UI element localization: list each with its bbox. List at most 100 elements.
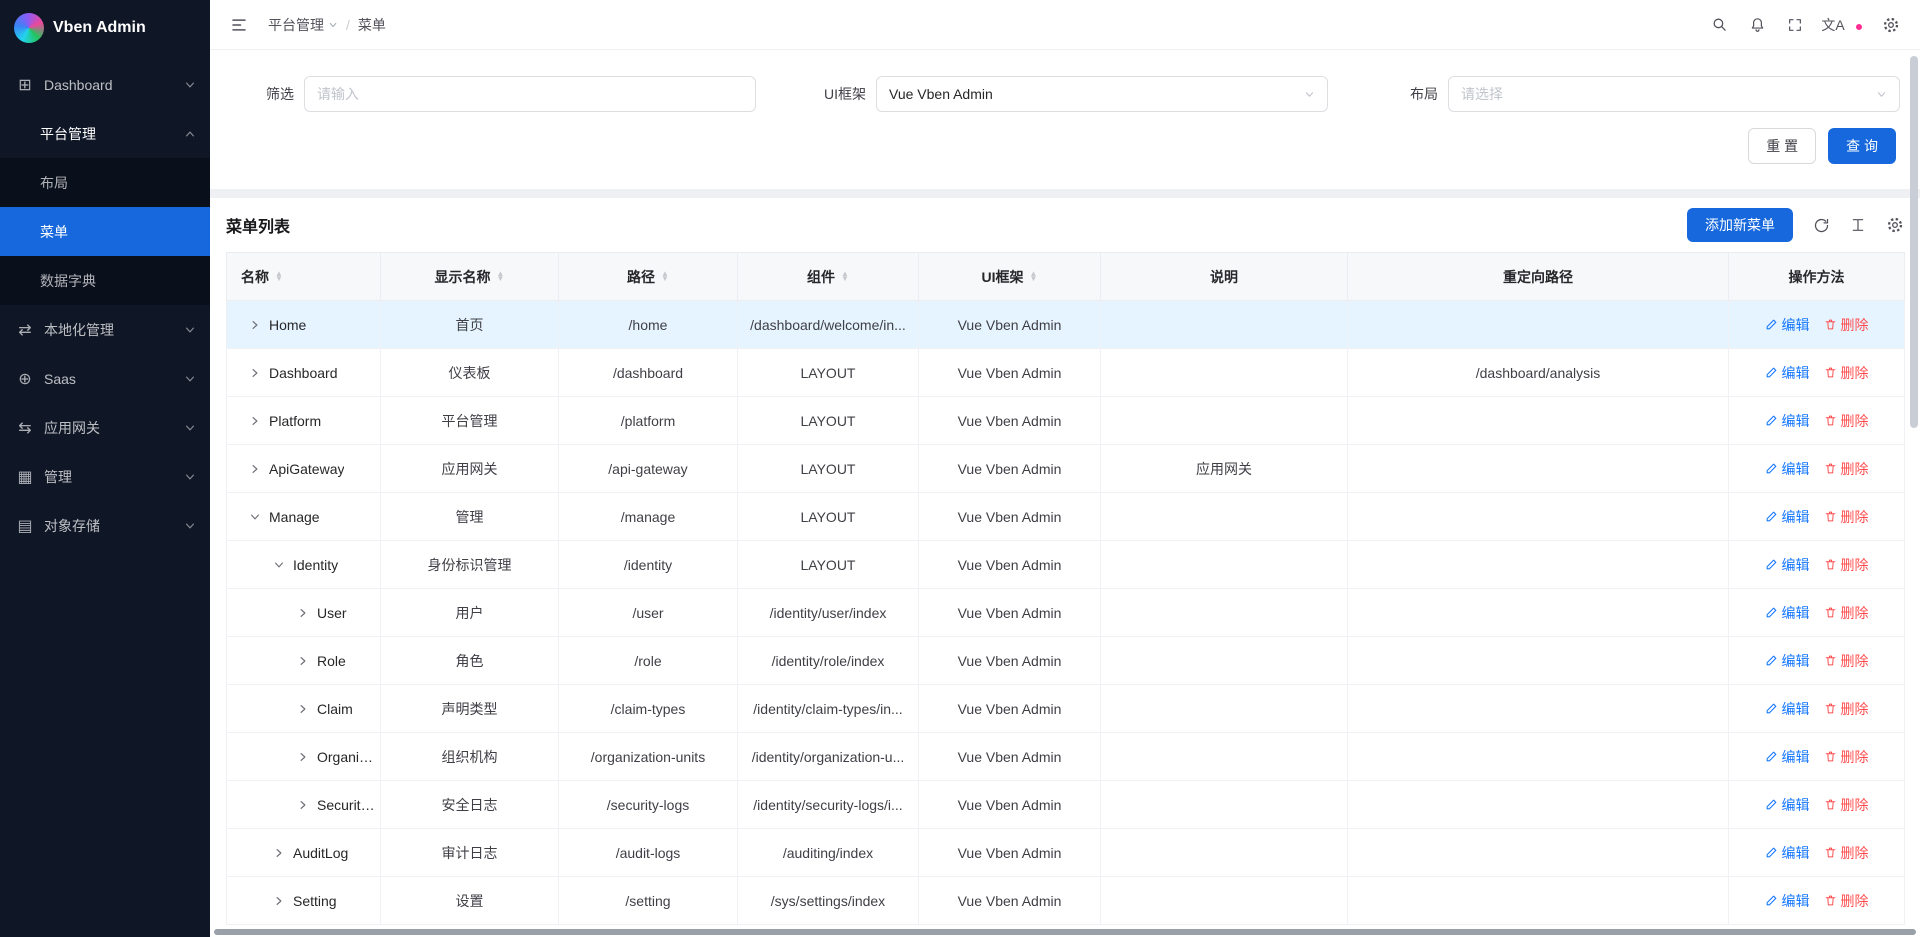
delete-button[interactable]: 删除	[1824, 459, 1869, 479]
reset-button[interactable]: 重 置	[1748, 128, 1816, 164]
table-row[interactable]: User用户/user/identity/user/indexVue Vben …	[227, 589, 1905, 637]
edit-button[interactable]: 编辑	[1765, 603, 1810, 623]
horizontal-scrollbar[interactable]	[214, 929, 1916, 935]
sidebar-item-saas[interactable]: ⊕Saas	[0, 354, 210, 403]
edit-button[interactable]: 编辑	[1765, 459, 1810, 479]
sidebar-item-localization[interactable]: ⇄本地化管理	[0, 305, 210, 354]
table-row[interactable]: Role角色/role/identity/role/indexVue Vben …	[227, 637, 1905, 685]
refresh-button[interactable]	[1813, 217, 1830, 234]
table-row[interactable]: Security...安全日志/security-logs/identity/s…	[227, 781, 1905, 829]
layout-select[interactable]: 请选择	[1448, 76, 1900, 112]
language-button[interactable]: 文A	[1816, 10, 1850, 40]
table-settings-button[interactable]	[1886, 216, 1904, 234]
delete-button[interactable]: 删除	[1824, 363, 1869, 383]
edit-button[interactable]: 编辑	[1765, 363, 1810, 383]
sort-icons[interactable]: ▲▼	[275, 272, 283, 282]
expand-icon[interactable]	[273, 847, 285, 859]
edit-button[interactable]: 编辑	[1765, 555, 1810, 575]
edit-button[interactable]: 编辑	[1765, 843, 1810, 863]
breadcrumb-item-platform[interactable]: 平台管理	[268, 15, 338, 35]
table-row[interactable]: Organiz...组织机构/organization-units/identi…	[227, 733, 1905, 781]
delete-button[interactable]: 删除	[1824, 747, 1869, 767]
sidebar-item-dashboard[interactable]: ⊞Dashboard	[0, 60, 210, 109]
sidebar-item-platform[interactable]: 平台管理	[0, 109, 210, 158]
notifications-button[interactable]	[1740, 10, 1774, 40]
filter-field-layout: 布局 请选择	[1374, 76, 1900, 112]
column-header-1[interactable]: 显示名称▲▼	[381, 253, 559, 301]
sidebar-item-menu[interactable]: 菜单	[0, 207, 210, 256]
ui-framework-select[interactable]: Vue Vben Admin	[876, 76, 1328, 112]
sidebar-item-gateway[interactable]: ⇆应用网关	[0, 403, 210, 452]
fullscreen-button[interactable]	[1778, 10, 1812, 40]
expand-icon[interactable]	[297, 703, 309, 715]
delete-button[interactable]: 删除	[1824, 555, 1869, 575]
sort-icons[interactable]: ▲▼	[661, 272, 669, 282]
search-button[interactable]	[1702, 10, 1736, 40]
expand-icon[interactable]	[249, 415, 261, 427]
column-header-3[interactable]: 组件▲▼	[738, 253, 919, 301]
table-row[interactable]: Claim声明类型/claim-types/identity/claim-typ…	[227, 685, 1905, 733]
cell-display-name: 首页	[381, 301, 559, 349]
cell-path: /manage	[559, 493, 738, 541]
sort-desc-icon: ▼	[497, 277, 505, 282]
table-row[interactable]: AuditLog审计日志/audit-logs/auditing/indexVu…	[227, 829, 1905, 877]
delete-button[interactable]: 删除	[1824, 891, 1869, 911]
delete-button[interactable]: 删除	[1824, 843, 1869, 863]
delete-button[interactable]: 删除	[1824, 411, 1869, 431]
table-row[interactable]: Home首页/home/dashboard/welcome/in...Vue V…	[227, 301, 1905, 349]
sidebar-item-object-storage[interactable]: ▤对象存储	[0, 501, 210, 550]
table-row[interactable]: Platform平台管理/platformLAYOUTVue Vben Admi…	[227, 397, 1905, 445]
cell-actions: 编辑删除	[1729, 541, 1905, 589]
column-header-4[interactable]: UI框架▲▼	[919, 253, 1101, 301]
cell-name: AuditLog	[227, 829, 381, 877]
expand-icon[interactable]	[249, 511, 261, 523]
column-header-2[interactable]: 路径▲▼	[559, 253, 738, 301]
expand-icon[interactable]	[297, 655, 309, 667]
delete-button[interactable]: 删除	[1824, 795, 1869, 815]
expand-icon[interactable]	[249, 463, 261, 475]
table-row[interactable]: ApiGateway应用网关/api-gatewayLAYOUTVue Vben…	[227, 445, 1905, 493]
edit-button[interactable]: 编辑	[1765, 651, 1810, 671]
edit-button[interactable]: 编辑	[1765, 411, 1810, 431]
edit-button[interactable]: 编辑	[1765, 795, 1810, 815]
settings-button[interactable]	[1874, 10, 1908, 40]
expand-icon[interactable]	[249, 319, 261, 331]
app-logo[interactable]: Vben Admin	[0, 0, 210, 56]
search-submit-button[interactable]: 查 询	[1828, 128, 1896, 164]
sort-icons[interactable]: ▲▼	[1030, 272, 1038, 282]
expand-icon[interactable]	[297, 799, 309, 811]
delete-button[interactable]: 删除	[1824, 315, 1869, 335]
delete-button[interactable]: 删除	[1824, 699, 1869, 719]
sidebar-toggle-button[interactable]	[222, 10, 256, 40]
table-row[interactable]: Identity身份标识管理/identityLAYOUTVue Vben Ad…	[227, 541, 1905, 589]
sidebar-item-label: 本地化管理	[44, 320, 174, 340]
edit-button[interactable]: 编辑	[1765, 747, 1810, 767]
sidebar-item-dictionary[interactable]: 数据字典	[0, 256, 210, 305]
sort-icons[interactable]: ▲▼	[497, 272, 505, 282]
expand-icon[interactable]	[273, 895, 285, 907]
edit-button[interactable]: 编辑	[1765, 891, 1810, 911]
column-header-0[interactable]: 名称▲▼	[227, 253, 381, 301]
sidebar-item-label: 平台管理	[40, 124, 174, 144]
expand-icon[interactable]	[297, 607, 309, 619]
sidebar-item-layout[interactable]: 布局	[0, 158, 210, 207]
table-row[interactable]: Manage管理/manageLAYOUTVue Vben Admin编辑删除	[227, 493, 1905, 541]
sidebar-item-manage[interactable]: ▦管理	[0, 452, 210, 501]
row-height-button[interactable]	[1850, 217, 1866, 233]
expand-icon[interactable]	[297, 751, 309, 763]
edit-button[interactable]: 编辑	[1765, 507, 1810, 527]
table-row[interactable]: Setting设置/setting/sys/settings/indexVue …	[227, 877, 1905, 925]
vertical-scrollbar[interactable]	[1910, 56, 1918, 428]
keyword-input[interactable]	[317, 86, 743, 102]
edit-button[interactable]: 编辑	[1765, 699, 1810, 719]
edit-button[interactable]: 编辑	[1765, 315, 1810, 335]
add-menu-button[interactable]: 添加新菜单	[1687, 208, 1793, 242]
delete-button[interactable]: 删除	[1824, 507, 1869, 527]
expand-icon[interactable]	[249, 367, 261, 379]
delete-button[interactable]: 删除	[1824, 603, 1869, 623]
delete-button[interactable]: 删除	[1824, 651, 1869, 671]
cell-name: Identity	[227, 541, 381, 589]
table-row[interactable]: Dashboard仪表板/dashboardLAYOUTVue Vben Adm…	[227, 349, 1905, 397]
sort-icons[interactable]: ▲▼	[841, 272, 849, 282]
expand-icon[interactable]	[273, 559, 285, 571]
